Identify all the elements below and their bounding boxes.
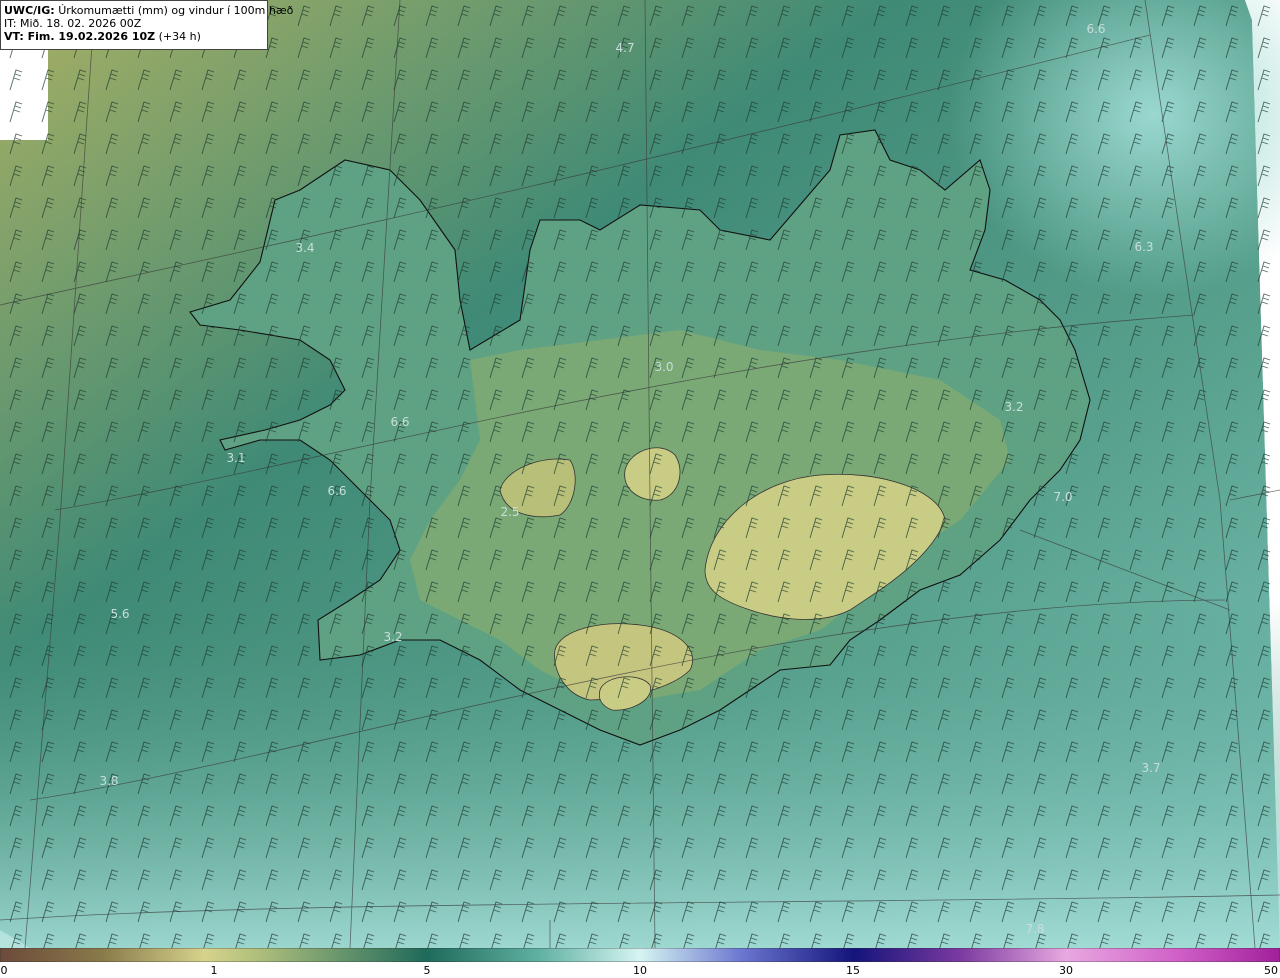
map-value-label: 6.6 xyxy=(390,415,410,429)
map-title: Úrkomumætti (mm) og vindur í 100m hæð xyxy=(58,4,294,17)
map-value-label: 2.5 xyxy=(500,505,520,519)
colorbar-tick: 50 xyxy=(1264,964,1278,977)
map-value-label: 6.3 xyxy=(1134,240,1154,254)
colorbar-tick: 5 xyxy=(423,964,431,977)
colorbar-tick: 1 xyxy=(210,964,218,977)
wind-barbs xyxy=(0,0,1280,948)
colorbar-tick: 0 xyxy=(0,964,8,977)
map-value-label: 3.8 xyxy=(99,774,119,788)
initial-time: IT: Mið. 18. 02. 2026 00Z xyxy=(4,17,142,30)
product-code: UWC/IG: xyxy=(4,4,55,17)
map-value-label: 3.2 xyxy=(383,630,403,644)
map-info-box: UWC/IG: Úrkomumætti (mm) og vindur í 100… xyxy=(0,0,293,50)
map-value-label: 3.0 xyxy=(654,360,674,374)
colorbar-tick: 30 xyxy=(1059,964,1073,977)
colorbar-tick: 10 xyxy=(633,964,647,977)
map-value-label: 6.6 xyxy=(1086,22,1106,36)
map-value-label: 3.7 xyxy=(1141,761,1161,775)
forecast-offset: (+34 h) xyxy=(158,30,201,43)
color-scale-bar xyxy=(0,948,1280,962)
colorbar-tick: 15 xyxy=(846,964,860,977)
map-value-label: 3.2 xyxy=(1004,400,1024,414)
valid-time: VT: Fim. 19.02.2026 10Z xyxy=(4,30,156,43)
title-line: UWC/IG: Úrkomumætti (mm) og vindur í 100… xyxy=(4,4,293,17)
map-value-label: 4.7 xyxy=(615,41,635,55)
map-value-label: 3.4 xyxy=(295,241,315,255)
map-value-label: 7.8 xyxy=(1025,922,1045,936)
weather-map xyxy=(0,0,1280,948)
map-value-label: 5.6 xyxy=(110,607,130,621)
map-value-label: 7.0 xyxy=(1053,490,1073,504)
valid-time-line: VT: Fim. 19.02.2026 10Z (+34 h) xyxy=(4,30,264,43)
map-value-label: 6.6 xyxy=(327,484,347,498)
map-value-label: 3.1 xyxy=(226,451,246,465)
